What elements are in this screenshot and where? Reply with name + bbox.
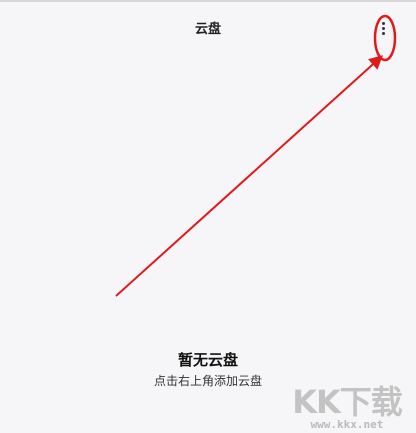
more-vertical-icon [381,21,385,25]
page-title: 云盘 [194,22,221,37]
more-vertical-icon-dot [381,31,385,35]
watermark-logo: KK下载 [292,383,403,421]
more-options-button[interactable] [377,17,389,39]
watermark: KK下载 www.kkx.net [282,385,412,431]
top-edge [0,0,416,2]
annotation-arrow [115,55,384,297]
more-vertical-icon-dot [381,26,385,30]
empty-state-title: 暂无云盘 [177,351,238,369]
